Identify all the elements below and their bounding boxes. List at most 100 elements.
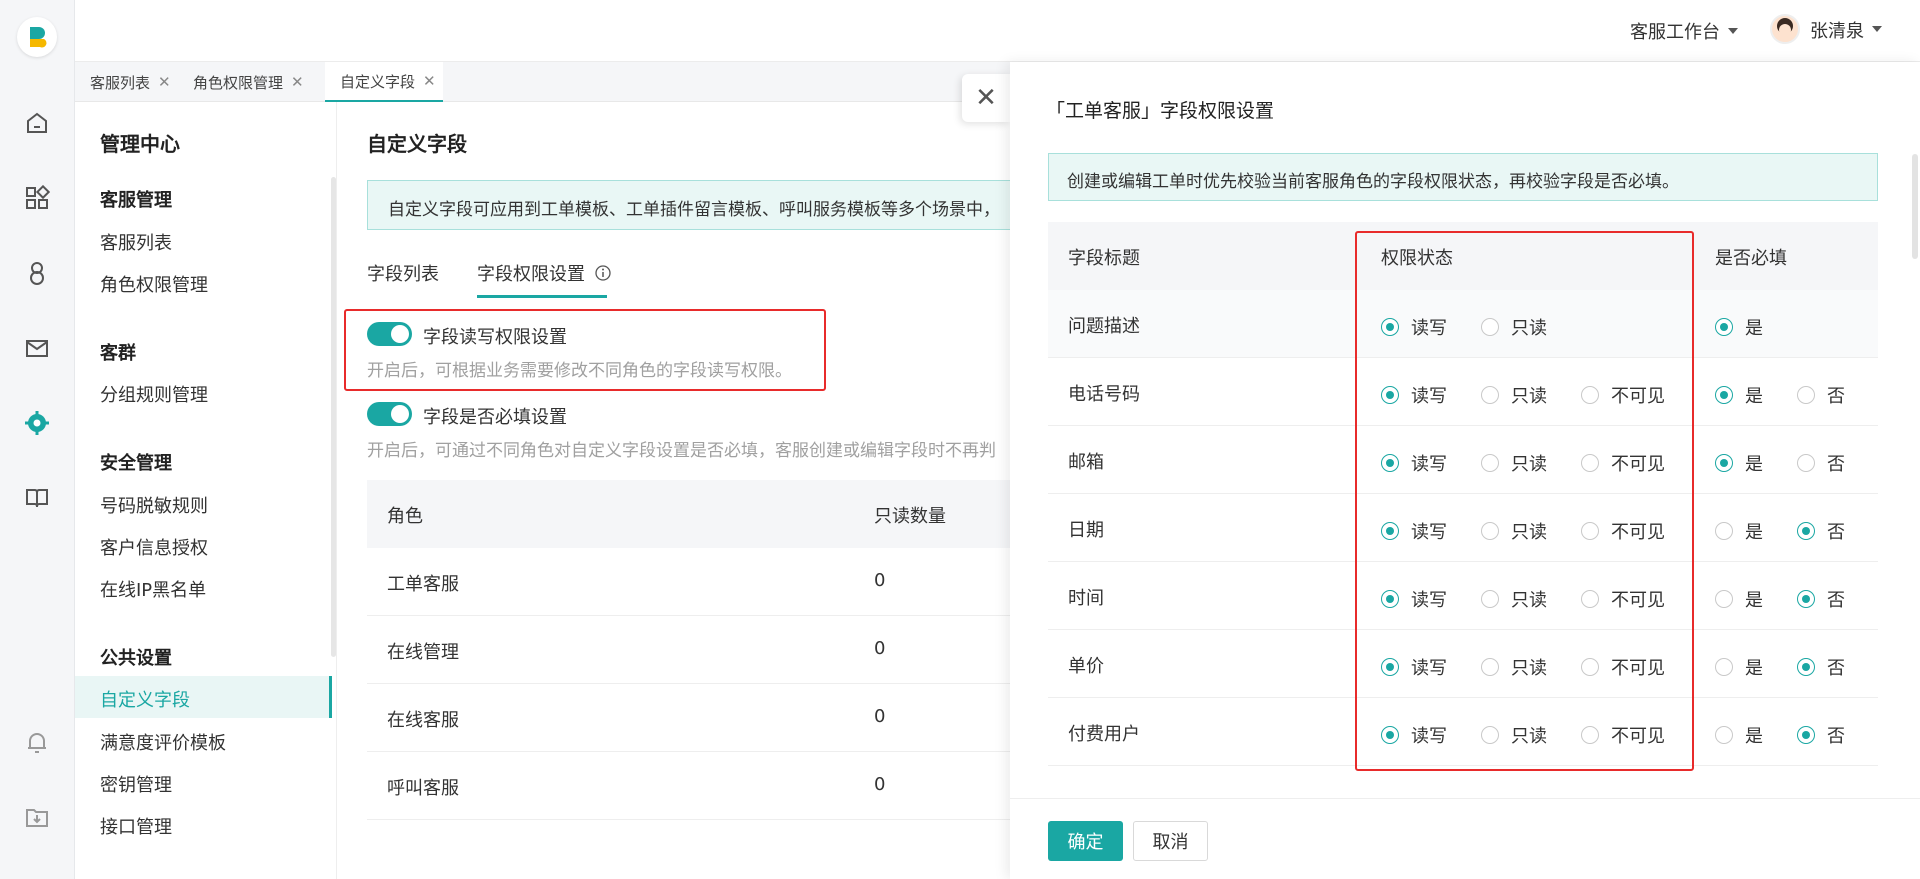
- tab-label: 角色权限管理: [193, 73, 284, 92]
- sidebar-item-number-masking[interactable]: 号码脱敏规则: [100, 492, 208, 518]
- highlight-box: [1355, 231, 1694, 771]
- required-radio[interactable]: 否: [1797, 450, 1845, 476]
- top-header: 客服工作台 张清泉: [75, 0, 1920, 62]
- readonly-count: 0: [874, 706, 886, 727]
- tab-custom-fields[interactable]: 自定义字段 ✕: [325, 62, 443, 102]
- sidebar: 管理中心 客服管理 客服列表 角色权限管理 客群 分组规则管理 安全管理 号码脱…: [75, 102, 337, 879]
- drawer-footer: 确定 取消: [1010, 798, 1920, 879]
- required-radio[interactable]: 否: [1797, 382, 1845, 408]
- required-radio[interactable]: 是: [1715, 586, 1763, 612]
- chevron-down-icon: [1728, 28, 1738, 34]
- readonly-count: 0: [874, 570, 886, 591]
- sidebar-scrollbar[interactable]: [331, 177, 336, 657]
- column-header-readonly-count: 只读数量: [874, 506, 946, 527]
- required-radio[interactable]: 是: [1715, 450, 1763, 476]
- table-row[interactable]: 工单客服 0: [367, 548, 1010, 616]
- customer-group-icon[interactable]: [23, 259, 51, 287]
- workspace-label: 客服工作台: [1630, 22, 1720, 43]
- confirm-button[interactable]: 确定: [1048, 821, 1123, 861]
- drawer-info-alert: 创建或编辑工单时优先校验当前客服角色的字段权限状态，再校验字段是否必填。: [1048, 153, 1878, 201]
- close-icon[interactable]: ✕: [291, 73, 304, 91]
- required-radio[interactable]: 是: [1715, 722, 1763, 748]
- tab-field-permission[interactable]: 字段权限设置: [477, 260, 611, 286]
- required-radio[interactable]: 是: [1715, 654, 1763, 680]
- sidebar-item-cs-list[interactable]: 客服列表: [100, 229, 172, 255]
- radio-label: 是: [1745, 386, 1763, 407]
- drawer-close-button[interactable]: ✕: [962, 74, 1010, 122]
- field-title: 时间: [1068, 588, 1104, 609]
- required-radio[interactable]: 否: [1797, 586, 1845, 612]
- sidebar-item-satisfaction-template[interactable]: 满意度评价模板: [100, 729, 226, 755]
- required-radio[interactable]: 否: [1797, 722, 1845, 748]
- radio-icon: [1797, 522, 1815, 540]
- table-row[interactable]: 呼叫客服 0: [367, 752, 1010, 820]
- sidebar-group-security: 安全管理: [100, 453, 172, 474]
- chevron-down-icon: [1872, 26, 1882, 32]
- logo-icon: [30, 27, 47, 48]
- sidebar-item-ip-blacklist[interactable]: 在线IP黑名单: [100, 576, 206, 602]
- role-name: 在线管理: [387, 642, 459, 663]
- home-icon[interactable]: [23, 109, 51, 137]
- sidebar-item-key-management[interactable]: 密钥管理: [100, 771, 172, 797]
- field-title: 电话号码: [1068, 384, 1140, 405]
- field-permission-drawer: 「工单客服」字段权限设置 创建或编辑工单时优先校验当前客服角色的字段权限状态，再…: [1010, 62, 1920, 879]
- main-content: 自定义字段 自定义字段可应用到工单模板、工单插件留言模板、呼叫服务模板等多个场景…: [337, 102, 1010, 879]
- sidebar-group-customer: 客群: [100, 343, 136, 364]
- radio-icon: [1715, 590, 1733, 608]
- field-required-toggle[interactable]: [367, 402, 412, 426]
- radio-icon: [1797, 726, 1815, 744]
- drawer-title: 「工单客服」字段权限设置: [1046, 100, 1275, 122]
- tab-customer-service-list[interactable]: 客服列表 ✕: [75, 62, 178, 102]
- column-header-required: 是否必填: [1715, 248, 1787, 269]
- radio-label: 否: [1827, 726, 1845, 747]
- radio-label: 是: [1745, 590, 1763, 611]
- drawer-scrollbar[interactable]: [1912, 154, 1918, 259]
- cancel-button[interactable]: 取消: [1133, 821, 1208, 861]
- required-radio[interactable]: 是: [1715, 314, 1763, 340]
- sidebar-title: 管理中心: [100, 132, 180, 156]
- app-logo[interactable]: [17, 17, 57, 57]
- radio-label: 是: [1745, 658, 1763, 679]
- required-radio[interactable]: 是: [1715, 382, 1763, 408]
- user-menu[interactable]: 张清泉: [1770, 14, 1882, 44]
- workspace-dropdown[interactable]: 客服工作台: [1630, 18, 1738, 44]
- mail-icon[interactable]: [23, 334, 51, 362]
- required-radio[interactable]: 否: [1797, 518, 1845, 544]
- sidebar-item-role-permission[interactable]: 角色权限管理: [100, 271, 208, 297]
- info-alert: 自定义字段可应用到工单模板、工单插件留言模板、呼叫服务模板等多个场景中，: [367, 180, 1010, 230]
- book-icon[interactable]: [23, 484, 51, 512]
- close-icon[interactable]: ✕: [423, 72, 436, 90]
- sidebar-item-custom-fields[interactable]: 自定义字段: [100, 686, 190, 712]
- radio-icon: [1715, 386, 1733, 404]
- download-folder-icon[interactable]: [23, 803, 51, 831]
- field-title: 日期: [1068, 520, 1104, 541]
- radio-label: 是: [1745, 454, 1763, 475]
- active-tab-indicator: [477, 295, 607, 298]
- info-icon: [595, 265, 611, 281]
- sidebar-item-group-rules[interactable]: 分组规则管理: [100, 381, 208, 407]
- user-name: 张清泉: [1810, 21, 1864, 42]
- apps-icon[interactable]: [23, 184, 51, 212]
- radio-icon: [1715, 726, 1733, 744]
- tab-field-list[interactable]: 字段列表: [367, 260, 439, 286]
- column-header-field-title: 字段标题: [1068, 248, 1140, 269]
- table-row[interactable]: 在线客服 0: [367, 684, 1010, 752]
- tab-label: 自定义字段: [340, 72, 416, 91]
- readonly-count: 0: [874, 774, 886, 795]
- setting-description: 开启后，可通过不同角色对自定义字段设置是否必填，客服创建或编辑字段时不再判: [367, 441, 996, 461]
- tab-role-permission[interactable]: 角色权限管理 ✕: [178, 62, 318, 102]
- column-header-role: 角色: [387, 506, 423, 527]
- tab-label: 字段权限设置: [477, 264, 585, 285]
- table-row[interactable]: 在线管理 0: [367, 616, 1010, 684]
- required-radio[interactable]: 是: [1715, 518, 1763, 544]
- sidebar-item-customer-auth[interactable]: 客户信息授权: [100, 534, 208, 560]
- radio-label: 否: [1827, 658, 1845, 679]
- settings-gear-icon[interactable]: [23, 409, 51, 437]
- required-radio[interactable]: 否: [1797, 654, 1845, 680]
- bell-icon[interactable]: [23, 728, 51, 756]
- page-title: 自定义字段: [367, 132, 467, 156]
- close-icon[interactable]: ✕: [158, 73, 171, 91]
- radio-icon: [1797, 658, 1815, 676]
- sidebar-item-api-management[interactable]: 接口管理: [100, 813, 172, 839]
- field-title: 单价: [1068, 656, 1104, 677]
